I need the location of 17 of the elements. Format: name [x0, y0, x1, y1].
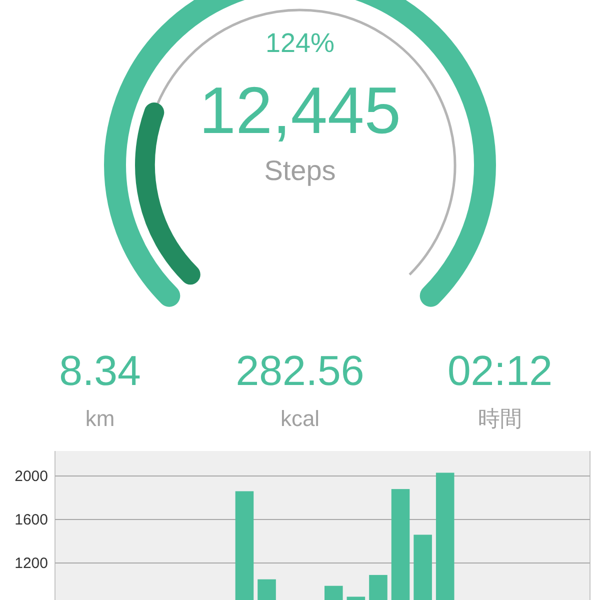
step-count: 12,445: [199, 77, 401, 143]
axis-tick-label: 1600: [14, 512, 48, 528]
stat-value: 02:12: [447, 350, 553, 392]
steps-label: Steps: [264, 157, 336, 185]
chart-bar: [324, 586, 343, 600]
stat-unit: km: [85, 408, 115, 430]
stat-value: 282.56: [236, 350, 364, 392]
chart-bar: [258, 579, 276, 600]
axis-tick-label: 2000: [14, 468, 48, 485]
percent-text: 124%: [265, 30, 335, 57]
stat-unit: 時間: [478, 408, 522, 430]
chart-bar: [346, 596, 366, 600]
axis-tick-label: 1200: [14, 555, 48, 572]
stat-value: 8.34: [59, 350, 141, 392]
chart-bar: [414, 534, 432, 600]
chart-bar: [369, 574, 388, 600]
stat-unit: kcal: [280, 408, 320, 430]
